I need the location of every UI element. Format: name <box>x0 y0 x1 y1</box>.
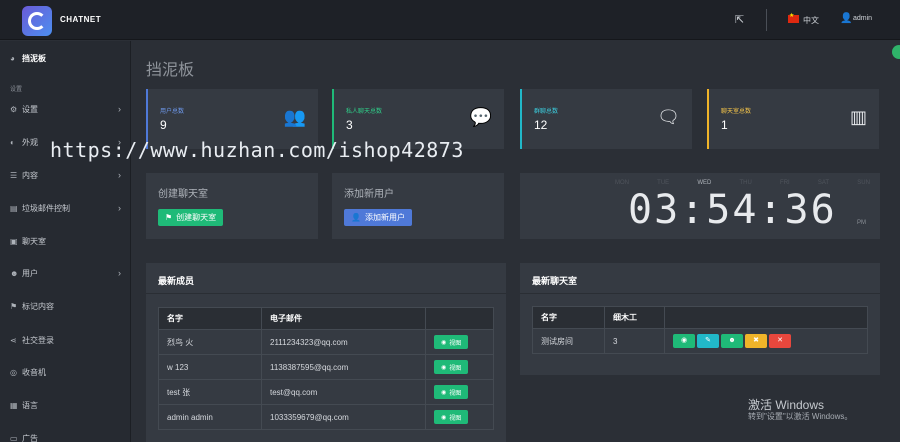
stat-value: 12 <box>534 118 548 132</box>
sidebar: ◕ 挡泥板 设置 ⚙ 设置 › ◐ 外观 › ☰ 内容 › ▤ 垃圾邮件控制 ›… <box>0 41 131 442</box>
sidebar-item-social-login[interactable]: ⋖ 社交登录 <box>0 329 131 351</box>
view-room-button[interactable]: ◉ <box>673 334 695 348</box>
stat-value: 9 <box>160 118 167 132</box>
chat-bubbles-icon: 🗨 <box>657 107 680 127</box>
eye-icon: ◉ <box>441 364 447 371</box>
top-divider <box>766 9 767 31</box>
chevron-right-icon: › <box>118 104 121 114</box>
users-icon: 👥 <box>283 107 306 127</box>
users-icon: ☻ <box>10 268 19 278</box>
gear-icon: ⚙ <box>10 104 18 114</box>
trash-icon: ✖ <box>753 337 759 344</box>
panel-title: 最新成员 <box>158 276 195 286</box>
sidebar-item-users[interactable]: ☻ 用户 › <box>0 262 131 284</box>
stat-value: 1 <box>721 118 728 132</box>
latest-members-panel: 最新成员 名字 电子邮件 烈鸟 火 2111234323@qq.com ◉ 视图 … <box>146 263 506 442</box>
stat-card-group-chats[interactable]: 群聊总数 12 🗨 <box>520 89 692 149</box>
delete-icon: ✕ <box>777 337 783 344</box>
clock-ampm: PM <box>857 220 866 226</box>
page-title: 挡泥板 <box>146 62 195 79</box>
eye-icon: ◉ <box>680 337 688 344</box>
chevron-right-icon: › <box>118 170 121 180</box>
card-title: 创建聊天室 <box>158 189 208 200</box>
edit-room-button[interactable]: ✎ <box>697 334 719 348</box>
top-bar: CHATNET ⇱ 中文 👤 admin <box>0 0 900 40</box>
sidebar-item-flagged-content[interactable]: ⚑ 标记内容 <box>0 295 131 317</box>
eye-icon: ◉ <box>441 339 447 346</box>
table-row: admin admin 1033359679@qq.com ◉ 视图 <box>158 404 494 430</box>
clock-card: MON TUE WED THU FRI SAT SUN 03:54:36 PM <box>520 173 880 239</box>
edit-icon: ✎ <box>705 337 711 344</box>
sidebar-item-dashboard[interactable]: ◕ 挡泥板 <box>0 47 131 69</box>
language-selector[interactable]: 中文 <box>803 15 819 26</box>
users-icon: ☻ <box>728 337 736 344</box>
external-link-icon[interactable]: ⇱ <box>735 13 744 26</box>
activate-windows-subtitle: 转到"设置"以激活 Windows。 <box>748 412 853 421</box>
dashboard-icon: ◕ <box>10 53 15 63</box>
view-button[interactable]: ◉ 视图 <box>434 335 469 349</box>
view-button[interactable]: ◉ 视图 <box>434 410 469 424</box>
table-row: w 123 1138387595@qq.com ◉ 视图 <box>158 354 494 380</box>
filter-icon: ▤ <box>10 203 18 213</box>
sidebar-item-ads[interactable]: ▭ 广告 <box>0 427 131 442</box>
user-icon: 👤 <box>351 213 361 222</box>
card-title: 添加新用户 <box>344 189 394 200</box>
create-room-button[interactable]: ⚑ 创建聊天室 <box>158 209 224 226</box>
chatrooms-table: 名字 细木工 测试房间 3 ◉ ✎ ☻ ✖ ✕ <box>532 306 868 354</box>
sidebar-item-settings[interactable]: ⚙ 设置 › <box>0 98 131 120</box>
stat-label: 群聊总数 <box>534 109 559 115</box>
app-logo[interactable] <box>22 6 52 36</box>
stat-label: 私人聊天总数 <box>346 109 383 115</box>
table-row: 烈鸟 火 2111234323@qq.com ◉ 视图 <box>158 329 494 355</box>
create-room-card: 创建聊天室 ⚑ 创建聊天室 <box>146 173 318 239</box>
china-flag-icon[interactable] <box>788 12 799 23</box>
table-header: 名字 电子邮件 <box>158 307 494 330</box>
sidebar-section-label: 设置 <box>10 87 23 93</box>
user-icon[interactable]: 👤 <box>840 13 852 24</box>
sidebar-item-content[interactable]: ☰ 内容 › <box>0 164 131 186</box>
table-row: test 张 test@qq.com ◉ 视图 <box>158 379 494 405</box>
sidebar-item-spam-control[interactable]: ▤ 垃圾邮件控制 › <box>0 197 131 219</box>
stat-label: 用户总数 <box>160 109 185 115</box>
delete-room-button[interactable]: ✕ <box>769 334 791 348</box>
table-header: 名字 细木工 <box>532 306 868 329</box>
clock-weekdays: MON TUE WED THU FRI SAT SUN <box>615 180 870 186</box>
table-row: 测试房间 3 ◉ ✎ ☻ ✖ ✕ <box>532 328 868 354</box>
radio-icon: ◎ <box>10 367 17 377</box>
url-watermark: https://www.huzhan.com/ishop42873 <box>50 138 464 162</box>
clock-time: 03:54:36 <box>628 187 837 233</box>
user-name[interactable]: admin <box>853 15 872 22</box>
brand-name: CHATNET <box>60 15 102 24</box>
clear-room-button[interactable]: ✖ <box>745 334 767 348</box>
chevron-right-icon: › <box>118 203 121 213</box>
sidebar-item-radio[interactable]: ◎ 收音机 <box>0 361 131 383</box>
add-user-button[interactable]: 👤 添加新用户 <box>344 209 412 226</box>
eye-icon: ◉ <box>441 389 447 396</box>
view-button[interactable]: ◉ 视图 <box>434 385 469 399</box>
language-icon: ▦ <box>10 400 18 410</box>
room-icon: ▥ <box>849 107 867 127</box>
sidebar-item-chatrooms[interactable]: ▣ 聊天室 <box>0 230 131 252</box>
ad-icon: ▭ <box>10 433 18 442</box>
latest-chatrooms-panel: 最新聊天室 名字 细木工 测试房间 3 ◉ ✎ ☻ ✖ ✕ <box>520 263 880 375</box>
main-content: 挡泥板 用户总数 9 👥 私人聊天总数 3 💬 群聊总数 12 🗨 聊天室总数 … <box>132 41 900 442</box>
add-user-card: 添加新用户 👤 添加新用户 <box>332 173 504 239</box>
room-users-button[interactable]: ☻ <box>721 334 743 348</box>
chat-bubble-icon: 💬 <box>469 107 492 127</box>
stat-label: 聊天室总数 <box>721 109 752 115</box>
eye-icon: ◉ <box>441 414 447 421</box>
members-table: 名字 电子邮件 烈鸟 火 2111234323@qq.com ◉ 视图 w 123… <box>158 307 494 430</box>
chat-icon: ▣ <box>10 236 18 246</box>
panel-title: 最新聊天室 <box>532 276 578 286</box>
flag-icon: ⚑ <box>165 213 173 222</box>
view-button[interactable]: ◉ 视图 <box>434 360 469 374</box>
chevron-right-icon: › <box>118 268 121 278</box>
palette-icon: ◐ <box>10 137 15 147</box>
stat-card-chatrooms[interactable]: 聊天室总数 1 ▥ <box>707 89 879 149</box>
stat-value: 3 <box>346 118 353 132</box>
list-icon: ☰ <box>10 170 18 180</box>
share-icon: ⋖ <box>10 335 17 345</box>
flag-icon: ⚑ <box>10 301 18 311</box>
sidebar-item-language[interactable]: ▦ 语言 <box>0 394 131 416</box>
